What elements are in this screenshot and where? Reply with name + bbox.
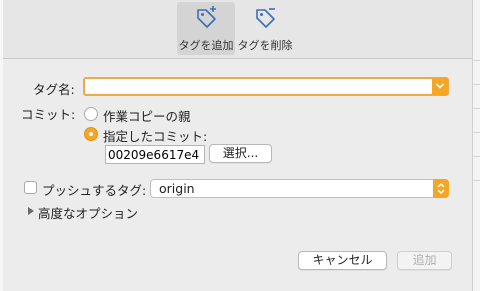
push-tag-label[interactable]: プッシュするタグ: [42, 180, 146, 199]
advanced-options-toggle[interactable]: 高度なオプション [38, 203, 138, 222]
tag-remove-icon [253, 6, 279, 30]
remote-select-value: origin [159, 181, 195, 196]
tag-name-combobox[interactable] [83, 77, 449, 96]
tag-name-input[interactable] [85, 79, 433, 94]
remove-tag-tab[interactable]: タグを削除 [236, 2, 294, 55]
disclosure-triangle-icon[interactable] [27, 207, 35, 215]
remote-select-arrows[interactable] [433, 179, 449, 198]
add-tag-label: タグを追加 [178, 39, 234, 52]
commit-hash-input[interactable] [106, 146, 204, 163]
remove-tag-label: タグを削除 [237, 39, 293, 52]
tag-add-icon [194, 6, 220, 30]
add-button[interactable]: 追加 [397, 251, 452, 270]
tag-name-dropdown-button[interactable] [432, 78, 448, 95]
radio-working-copy-parent[interactable] [84, 107, 98, 121]
radio-specified-commit-label[interactable]: 指定したコミット: [103, 126, 207, 145]
background-window-edge-right [472, 0, 480, 291]
dialog-toolbar: タグを追加 タグを削除 [3, 0, 472, 59]
chevron-down-icon [435, 83, 445, 89]
commit-hash-field[interactable] [105, 145, 205, 164]
commit-label: コミット: [21, 107, 76, 122]
cancel-button[interactable]: キャンセル [298, 251, 387, 270]
radio-working-copy-label[interactable]: 作業コピーの親 [103, 106, 191, 125]
tag-dialog: タグを追加 タグを削除 タグ名: コミット: 作業コピーの親 指定したコミット: [3, 0, 472, 291]
tag-name-label: タグ名: [33, 82, 75, 97]
remote-select[interactable]: origin [150, 179, 449, 198]
push-tag-checkbox[interactable] [24, 181, 37, 194]
updown-arrows-icon [437, 182, 445, 195]
radio-specified-commit[interactable] [84, 127, 98, 141]
add-tag-tab[interactable]: タグを追加 [177, 2, 235, 55]
select-commit-button[interactable]: 選択... [209, 144, 272, 163]
